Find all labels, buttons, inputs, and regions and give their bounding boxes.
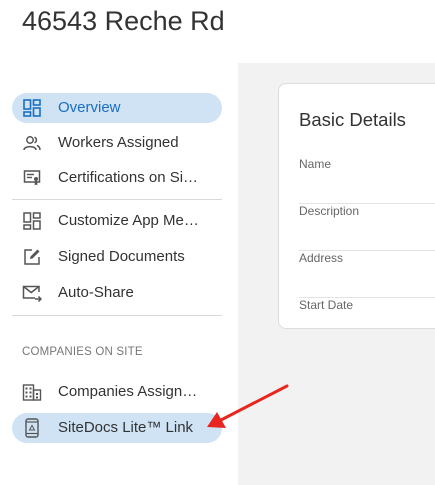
sidebar-item-companies-assigned[interactable]: Companies Assign… (12, 377, 222, 407)
card-title: Basic Details (299, 109, 406, 130)
certificate-icon (22, 168, 42, 188)
dashboard-icon (22, 98, 42, 118)
sidebar-item-label: Signed Documents (58, 248, 185, 265)
sidebar-item-label: Workers Assigned (58, 134, 179, 151)
sidebar-item-certifications[interactable]: Certifications on Si… (12, 163, 222, 193)
section-heading-companies: COMPANIES ON SITE (22, 346, 143, 358)
field-label: Start Date (299, 298, 354, 312)
mail-forward-icon (22, 283, 42, 303)
site-page: 46543 Reche Rd Overview Workers Assigned… (0, 0, 435, 485)
sidebar-item-workers-assigned[interactable]: Workers Assigned (12, 128, 222, 158)
edit-document-icon (22, 247, 42, 267)
sidebar-item-label: SiteDocs Lite™ Link (58, 419, 194, 436)
divider (12, 315, 222, 316)
people-icon (22, 133, 42, 153)
field-address: Address (299, 251, 435, 298)
sidebar-item-overview[interactable]: Overview (12, 93, 222, 123)
field-description: Description (299, 204, 435, 251)
divider (12, 199, 222, 200)
sidebar-item-customize-app-menu[interactable]: Customize App Me… (12, 206, 222, 236)
basic-details-card: Basic Details Name Description Address S… (278, 83, 435, 329)
sidebar-item-label: Companies Assign… (58, 383, 198, 400)
sidebar-item-label: Auto-Share (58, 284, 134, 301)
sidebar-item-sitedocs-lite-link[interactable]: SiteDocs Lite™ Link (12, 413, 222, 443)
mobile-phone-icon (22, 418, 42, 438)
building-icon (22, 382, 42, 402)
sidebar-item-label: Certifications on Si… (58, 169, 199, 186)
field-name: Name (299, 157, 435, 204)
main-content: Basic Details Name Description Address S… (238, 63, 435, 485)
sidebar: Overview Workers Assigned Certifications… (0, 63, 238, 485)
field-label: Address (299, 251, 344, 265)
page-title: 46543 Reche Rd (22, 6, 225, 36)
field-start-date: Start Date (299, 298, 435, 328)
sidebar-item-auto-share[interactable]: Auto-Share (12, 278, 222, 308)
sidebar-item-signed-documents[interactable]: Signed Documents (12, 242, 222, 272)
customize-grid-icon (22, 211, 42, 231)
sidebar-item-label: Customize App Me… (58, 212, 199, 229)
field-label: Name (299, 157, 332, 171)
sidebar-item-label: Overview (58, 99, 121, 116)
field-label: Description (299, 204, 360, 218)
